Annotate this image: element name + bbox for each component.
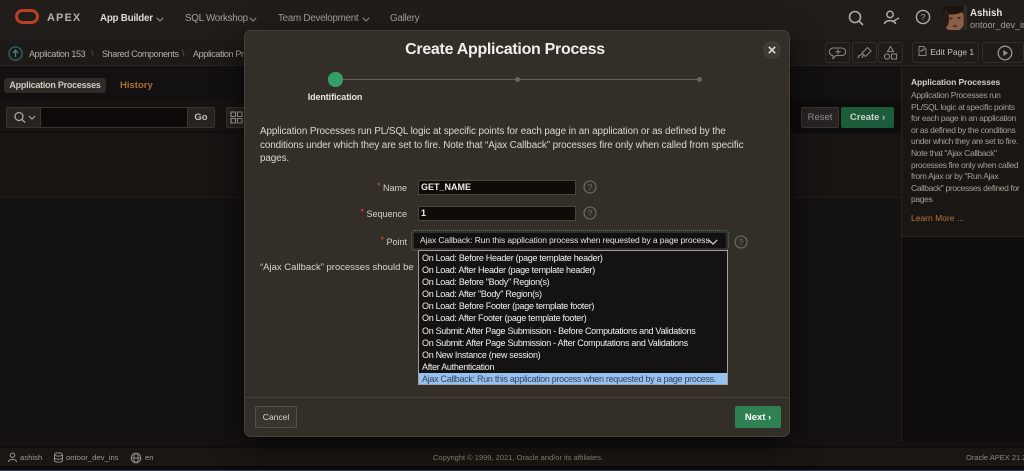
svg-text:?: ? (588, 183, 593, 192)
svg-text:?: ? (921, 12, 926, 22)
svg-text:?: ? (739, 238, 744, 247)
svg-text:?: ? (588, 209, 593, 218)
